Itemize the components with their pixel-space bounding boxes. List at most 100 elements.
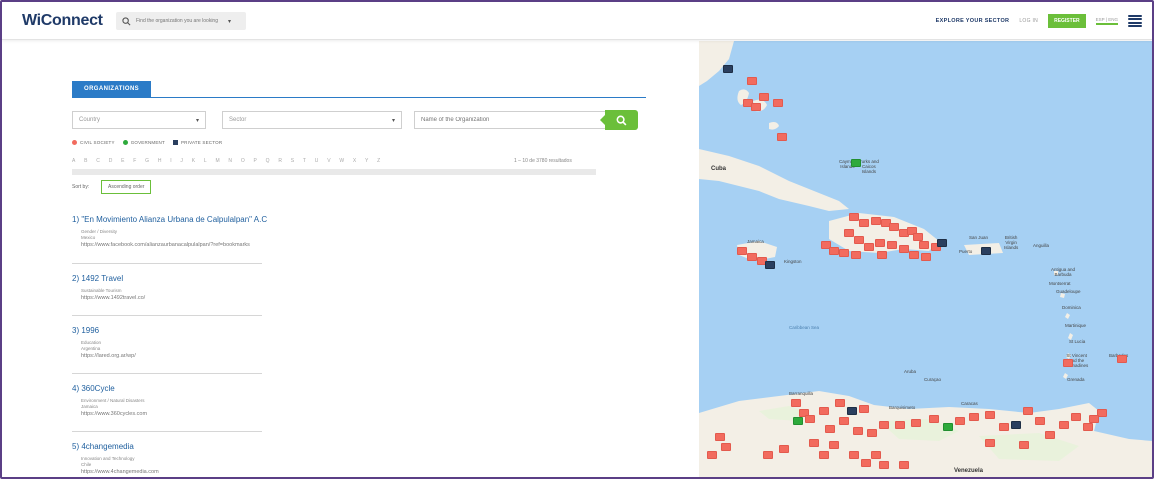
map-marker-icon[interactable]	[913, 233, 923, 241]
map-marker-icon[interactable]	[921, 253, 931, 261]
alphabet-letter[interactable]: Q	[266, 158, 270, 164]
map-marker-icon[interactable]	[793, 417, 803, 425]
map-marker-icon[interactable]	[779, 445, 789, 453]
alphabet-letter[interactable]: R	[278, 158, 282, 164]
alphabet-letter[interactable]: U	[315, 158, 319, 164]
alphabet-letter[interactable]: B	[84, 158, 87, 164]
map-marker-icon[interactable]	[919, 241, 929, 249]
map-marker-icon[interactable]	[839, 249, 849, 257]
explore-sector-link[interactable]: EXPLORE YOUR SECTOR	[936, 18, 1010, 24]
map-marker-icon[interactable]	[819, 407, 829, 415]
alphabet-letter[interactable]: H	[158, 158, 162, 164]
alphabet-letter[interactable]: N	[228, 158, 232, 164]
map-marker-icon[interactable]	[1063, 359, 1073, 367]
legend-item[interactable]: GOVERNMENT	[122, 140, 165, 145]
login-link[interactable]: LOG IN	[1019, 18, 1038, 24]
alphabet-letter[interactable]: J	[180, 158, 183, 164]
hamburger-menu-icon[interactable]	[1128, 14, 1142, 28]
map-marker-icon[interactable]	[1011, 421, 1021, 429]
alphabet-letter[interactable]: Y	[365, 158, 368, 164]
alphabet-letter[interactable]: E	[121, 158, 124, 164]
map-marker-icon[interactable]	[1059, 421, 1069, 429]
map-marker-icon[interactable]	[955, 417, 965, 425]
map-marker-icon[interactable]	[895, 421, 905, 429]
alphabet-letter[interactable]: F	[133, 158, 136, 164]
map-marker-icon[interactable]	[777, 133, 787, 141]
map-marker-icon[interactable]	[943, 423, 953, 431]
map-marker-icon[interactable]	[829, 441, 839, 449]
map-marker-icon[interactable]	[875, 239, 885, 247]
map-marker-icon[interactable]	[937, 239, 947, 247]
alphabet-letter[interactable]: A	[72, 158, 75, 164]
map-marker-icon[interactable]	[999, 423, 1009, 431]
alphabet-letter[interactable]: X	[353, 158, 356, 164]
map-marker-icon[interactable]	[985, 411, 995, 419]
alphabet-letter[interactable]: W	[339, 158, 344, 164]
organization-name-input[interactable]	[414, 111, 606, 129]
map-marker-icon[interactable]	[1023, 407, 1033, 415]
map-marker-icon[interactable]	[911, 419, 921, 427]
map-marker-icon[interactable]	[765, 261, 775, 269]
chevron-down-icon[interactable]: ▾	[228, 18, 231, 25]
map-marker-icon[interactable]	[763, 451, 773, 459]
map-marker-icon[interactable]	[981, 247, 991, 255]
map-marker-icon[interactable]	[867, 429, 877, 437]
map-marker-icon[interactable]	[871, 217, 881, 225]
country-select[interactable]: Country ▾	[72, 111, 206, 129]
map-marker-icon[interactable]	[723, 65, 733, 73]
map-marker-icon[interactable]	[1117, 355, 1127, 363]
map-marker-icon[interactable]	[899, 245, 909, 253]
search-button[interactable]	[600, 110, 638, 130]
map-marker-icon[interactable]	[851, 159, 861, 167]
global-search[interactable]: ▾	[116, 12, 246, 30]
map-marker-icon[interactable]	[737, 247, 747, 255]
alphabet-letter[interactable]: D	[109, 158, 113, 164]
map-marker-icon[interactable]	[707, 451, 717, 459]
map-marker-icon[interactable]	[859, 405, 869, 413]
map-marker-icon[interactable]	[1071, 413, 1081, 421]
map-marker-icon[interactable]	[899, 461, 909, 469]
map-marker-icon[interactable]	[1019, 441, 1029, 449]
map-marker-icon[interactable]	[747, 253, 757, 261]
language-switch[interactable]: ESP | ENG	[1095, 17, 1118, 25]
map-marker-icon[interactable]	[1089, 415, 1099, 423]
organization-title-link[interactable]: 4) 360Cycle	[72, 384, 147, 393]
alphabet-letter[interactable]: M	[215, 158, 219, 164]
map-marker-icon[interactable]	[851, 251, 861, 259]
register-button[interactable]: REGISTER	[1048, 14, 1086, 28]
map-marker-icon[interactable]	[715, 433, 725, 441]
map-marker-icon[interactable]	[909, 251, 919, 259]
map-marker-icon[interactable]	[773, 99, 783, 107]
map-view[interactable]: Cuba Cayman Islands Turks and Caicos Isl…	[699, 41, 1152, 477]
alphabet-letter[interactable]: O	[241, 158, 245, 164]
map-marker-icon[interactable]	[747, 77, 757, 85]
map-marker-icon[interactable]	[859, 219, 869, 227]
map-marker-icon[interactable]	[835, 399, 845, 407]
map-marker-icon[interactable]	[871, 451, 881, 459]
map-marker-icon[interactable]	[879, 421, 889, 429]
organization-url-link[interactable]: https://lared.org.ar/wp/	[81, 352, 136, 360]
map-marker-icon[interactable]	[1035, 417, 1045, 425]
map-marker-icon[interactable]	[854, 236, 864, 244]
global-search-input[interactable]	[136, 18, 228, 24]
map-marker-icon[interactable]	[759, 93, 769, 101]
map-marker-icon[interactable]	[839, 417, 849, 425]
organization-title-link[interactable]: 5) 4changemedia	[72, 442, 159, 451]
map-marker-icon[interactable]	[791, 399, 801, 407]
alphabet-letter[interactable]: P	[254, 158, 257, 164]
alphabet-letter[interactable]: V	[327, 158, 330, 164]
legend-item[interactable]: PRIVATE SECTOR	[172, 140, 222, 145]
alphabet-letter[interactable]: C	[96, 158, 100, 164]
map-marker-icon[interactable]	[889, 223, 899, 231]
organization-url-link[interactable]: https://www.4changemedia.com	[81, 468, 159, 476]
alphabet-letter[interactable]: T	[303, 158, 306, 164]
organization-url-link[interactable]: https://www.facebook.com/alianzaurbanaca…	[81, 241, 267, 249]
alphabet-letter[interactable]: K	[192, 158, 195, 164]
map-marker-icon[interactable]	[1045, 431, 1055, 439]
map-marker-icon[interactable]	[887, 241, 897, 249]
map-marker-icon[interactable]	[721, 443, 731, 451]
map-marker-icon[interactable]	[819, 451, 829, 459]
organization-title-link[interactable]: 3) 1996	[72, 326, 136, 335]
map-marker-icon[interactable]	[861, 459, 871, 467]
map-marker-icon[interactable]	[805, 415, 815, 423]
